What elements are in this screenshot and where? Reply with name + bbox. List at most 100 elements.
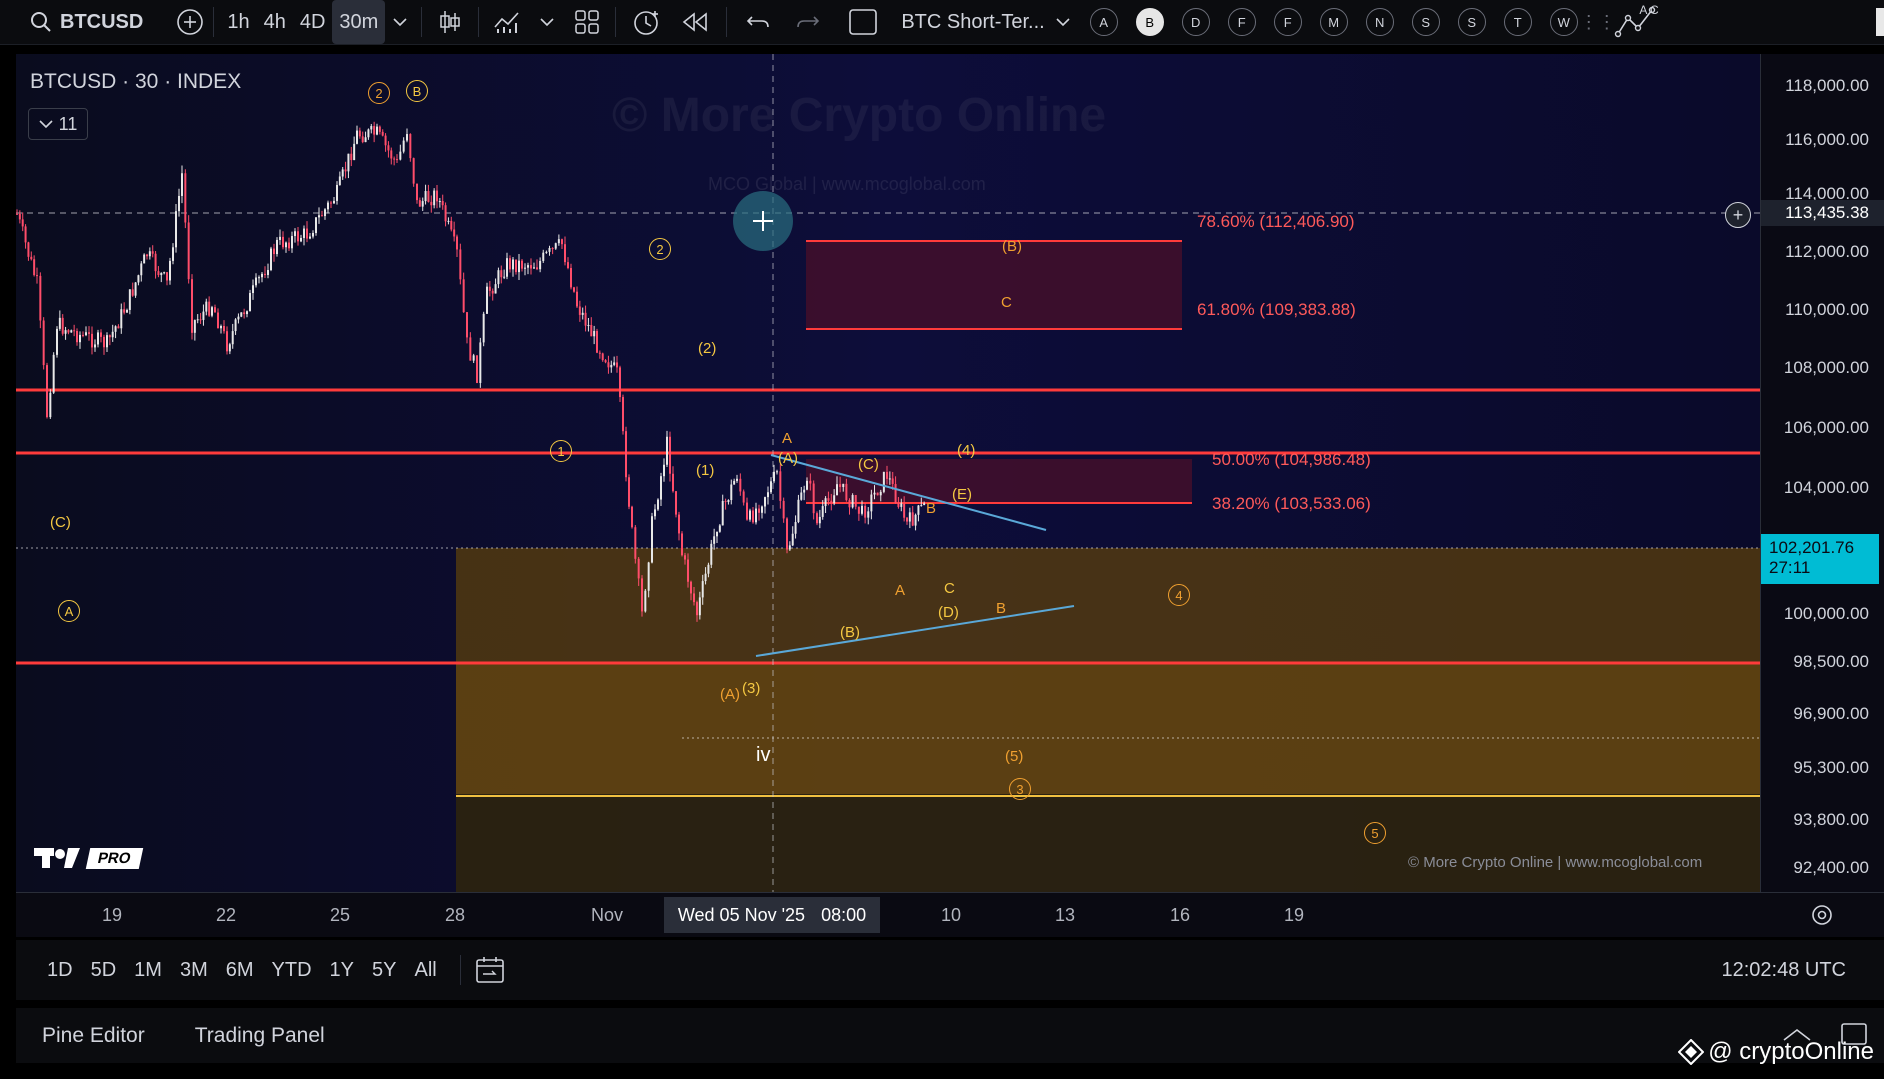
candle-body — [800, 492, 803, 500]
range-ytd[interactable]: YTD — [272, 959, 312, 982]
price-axis[interactable]: 118,000.00 116,000.00 114,000.00 112,000… — [1725, 54, 1884, 892]
candle-body — [364, 137, 367, 143]
candle-body — [137, 275, 140, 283]
range-1m[interactable]: 1M — [134, 959, 162, 982]
letter-button-d[interactable]: D — [1181, 8, 1210, 36]
candle-body — [223, 326, 225, 332]
candle-body — [30, 256, 33, 260]
candle-body — [163, 272, 166, 274]
wave-label-iv: iv — [756, 744, 771, 766]
candle-body — [214, 307, 216, 313]
wave-label: (2) — [698, 340, 717, 357]
wave-circle-a: A — [58, 600, 80, 622]
letter-button-f[interactable]: F — [1273, 8, 1302, 36]
candle-body — [390, 150, 393, 159]
replay-icon[interactable] — [670, 0, 720, 44]
range-6m[interactable]: 6M — [226, 959, 254, 982]
symbol-search-button[interactable]: BTCUSD — [60, 0, 143, 44]
tab-pine-editor[interactable]: Pine Editor — [42, 1024, 145, 1048]
candle-body — [794, 522, 797, 534]
range-all[interactable]: All — [414, 959, 436, 982]
layout-name-button[interactable]: BTC Short-Ter... — [901, 0, 1044, 44]
candle-body — [46, 365, 48, 418]
candle-body — [482, 313, 485, 343]
range-1d[interactable]: 1D — [47, 959, 73, 982]
candle-body — [698, 597, 701, 616]
redo-icon[interactable] — [783, 0, 833, 44]
alert-clock-icon[interactable] — [622, 0, 670, 44]
fib-label-618: 61.80% (109,383.88) — [1197, 300, 1356, 319]
letter-button-t[interactable]: T — [1503, 8, 1532, 36]
time-axis[interactable]: 19 22 25 28 Nov 10 13 16 19 Wed 05 Nov '… — [16, 892, 1760, 937]
drawing-tool-icon[interactable]: A C — [1609, 0, 1665, 44]
axis-settings-button[interactable] — [1760, 892, 1884, 937]
time-label: 16 — [1170, 905, 1191, 925]
candle-body — [836, 484, 838, 496]
tab-trading-panel[interactable]: Trading Panel — [195, 1024, 325, 1048]
indicators-icon[interactable] — [485, 0, 529, 44]
candle-body — [710, 543, 713, 565]
candle-body — [91, 333, 93, 348]
letter-button-s[interactable]: S — [1411, 8, 1440, 36]
candle-body — [258, 277, 260, 279]
candle-body — [601, 353, 604, 361]
candle-body — [36, 275, 38, 277]
chevron-down-icon[interactable] — [529, 0, 565, 44]
candle-body — [716, 531, 718, 537]
fullscreen-icon[interactable] — [833, 0, 893, 44]
candle-body — [607, 362, 610, 368]
grip-icon[interactable]: ⋮⋮ — [1580, 0, 1616, 44]
candle-body — [637, 558, 640, 579]
candle-body — [438, 201, 441, 203]
candle-body — [911, 512, 914, 526]
letter-button-w[interactable]: W — [1549, 8, 1578, 36]
candle-style-icon[interactable] — [428, 0, 472, 44]
candle-body — [548, 248, 551, 252]
chevron-down-icon[interactable] — [385, 0, 415, 44]
candle-body — [886, 471, 888, 479]
candle-body — [533, 267, 535, 269]
range-1y[interactable]: 1Y — [330, 959, 354, 982]
add-symbol-icon[interactable] — [173, 0, 207, 44]
layout-grid-icon[interactable] — [565, 0, 609, 44]
letter-button-m[interactable]: M — [1319, 8, 1348, 36]
candle-body — [776, 471, 778, 473]
candle-body — [539, 260, 542, 270]
timeframe-4h[interactable]: 4h — [257, 0, 293, 44]
channel-handle-text: @ cryptoOnline — [1708, 1038, 1874, 1065]
candle-body — [270, 248, 272, 271]
candle-body — [584, 312, 587, 326]
range-5y[interactable]: 5Y — [372, 959, 396, 982]
utc-clock[interactable]: 12:02:48 UTC — [1721, 959, 1846, 982]
undo-icon[interactable] — [733, 0, 783, 44]
candle-body — [279, 236, 281, 240]
add-alert-plus-icon[interactable]: + — [1725, 202, 1751, 228]
candle-body — [494, 284, 497, 294]
timeframe-30m[interactable]: 30m — [332, 0, 386, 44]
timeframe-4d[interactable]: 4D — [293, 0, 333, 44]
range-5d[interactable]: 5D — [91, 959, 117, 982]
candle-body — [903, 503, 906, 518]
timeframe-1h[interactable]: 1h — [220, 0, 256, 44]
candle-body — [746, 502, 748, 520]
date-range-icon[interactable] — [475, 955, 509, 985]
candle-body — [246, 311, 248, 315]
chevron-down-icon[interactable] — [1045, 0, 1081, 44]
range-3m[interactable]: 3M — [180, 959, 208, 982]
publish-button-edge[interactable] — [1876, 8, 1884, 36]
letter-button-s[interactable]: S — [1457, 8, 1486, 36]
candle-body — [752, 510, 754, 523]
candle-body — [654, 509, 656, 517]
letter-button-f[interactable]: F — [1227, 8, 1256, 36]
indicators-toggle-button[interactable]: 11 — [28, 108, 88, 140]
letter-button-a[interactable]: A — [1089, 8, 1118, 36]
candle-body — [593, 331, 596, 337]
candle-body — [264, 273, 266, 275]
candle-body — [827, 498, 830, 501]
candle-body — [681, 533, 683, 556]
candle-body — [126, 309, 128, 313]
letter-button-n[interactable]: N — [1365, 8, 1394, 36]
letter-button-b[interactable]: B — [1135, 8, 1164, 36]
search-icon[interactable] — [26, 0, 56, 44]
chart-pane[interactable]: © More Crypto Online MCO Global | www.mc… — [16, 54, 1760, 892]
